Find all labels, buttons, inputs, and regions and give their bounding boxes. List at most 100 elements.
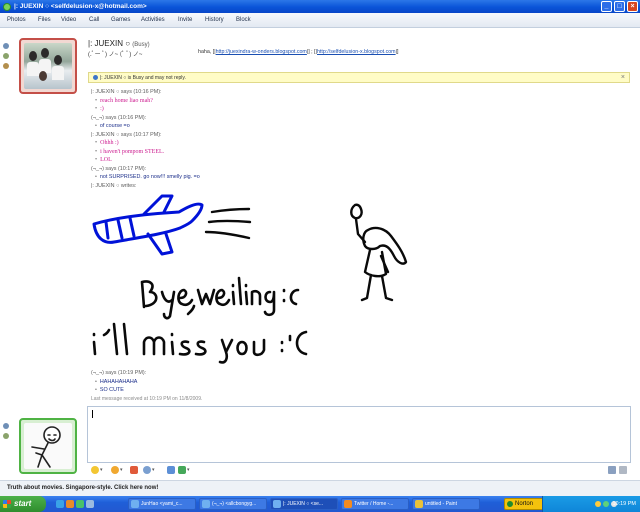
menu-call[interactable]: Call bbox=[89, 17, 99, 23]
handwriting-mode-icon[interactable] bbox=[608, 466, 616, 474]
message-header: (¬_¬) says (10:16 PM): bbox=[91, 114, 147, 121]
chat-message: HAHAHAHAHA bbox=[91, 379, 631, 388]
window-controls: _ □ × bbox=[601, 1, 638, 12]
message-header: (¬_¬) says (10:19 PM): bbox=[91, 370, 147, 376]
contact-avatar[interactable] bbox=[19, 38, 77, 94]
taskbar-button[interactable]: Twitter / Home -... bbox=[341, 498, 409, 510]
dropdown-arrow-icon[interactable]: ▾ bbox=[100, 467, 103, 473]
menu-photos[interactable]: Photos bbox=[7, 17, 26, 23]
message-input[interactable] bbox=[87, 406, 631, 463]
menu-games[interactable]: Games bbox=[111, 17, 130, 23]
start-label: start bbox=[14, 499, 32, 508]
conversation-history: |: JUEXIN ○ says (10:16 PM): reach home l… bbox=[91, 89, 631, 191]
airplane-drawing bbox=[92, 194, 204, 256]
windows-logo-icon bbox=[3, 500, 11, 508]
my-card-icon[interactable] bbox=[3, 433, 9, 439]
menu-video[interactable]: Video bbox=[61, 17, 76, 23]
waving-person-drawing bbox=[350, 203, 408, 302]
handwriting-ink-message bbox=[92, 194, 408, 364]
task-label: JunHao <yami_c... bbox=[141, 501, 183, 507]
dropdown-arrow-icon[interactable]: ▾ bbox=[152, 467, 155, 473]
menu-history[interactable]: History bbox=[205, 17, 224, 23]
nudge-icon[interactable] bbox=[130, 466, 138, 474]
speed-lines bbox=[204, 207, 252, 240]
tray-icon[interactable] bbox=[595, 501, 601, 507]
taskbar-button[interactable]: |: JUEXIN ○ <se... bbox=[270, 498, 338, 510]
wink-icon[interactable] bbox=[111, 466, 119, 474]
dropdown-arrow-icon[interactable]: ▾ bbox=[187, 467, 190, 473]
contact-status: (Busy) bbox=[132, 42, 150, 48]
dropdown-arrow-icon[interactable]: ▾ bbox=[120, 467, 123, 473]
task-app-icon bbox=[415, 500, 423, 508]
my-display-picture bbox=[24, 423, 72, 469]
voice-clip-icon[interactable] bbox=[143, 466, 151, 474]
collapse-icon[interactable] bbox=[3, 423, 9, 429]
task-app-icon bbox=[344, 500, 352, 508]
norton-check-icon bbox=[507, 501, 513, 507]
chat-message: i haven't pompom STEEL. bbox=[91, 149, 631, 158]
last-message-info: Last message received at 10:19 PM on 11/… bbox=[91, 395, 203, 402]
menu-files[interactable]: Files bbox=[38, 17, 51, 23]
background-icon[interactable] bbox=[178, 466, 186, 474]
task-label: |: JUEXIN ○ <se... bbox=[283, 501, 324, 507]
blog-link-2[interactable]: http://selfdelusion-x.blogspot.com bbox=[317, 49, 396, 55]
tray-messenger-icon[interactable] bbox=[603, 501, 609, 507]
handwriting-text bbox=[92, 276, 308, 364]
taskbar-button[interactable]: JunHao <yami_c... bbox=[128, 498, 196, 510]
task-label: (¬_¬) <allcbongyg... bbox=[212, 501, 257, 507]
messenger-status-icon bbox=[3, 2, 11, 11]
blog-link-1[interactable]: http://juexindra-w-onders.blogspot.com bbox=[216, 49, 307, 55]
message-header: |: JUEXIN ○ writes: bbox=[91, 182, 137, 189]
text-mode-icon[interactable] bbox=[619, 466, 627, 474]
taskbar-button[interactable]: (¬_¬) <allcbongyg... bbox=[199, 498, 267, 510]
contact-card-icon[interactable] bbox=[3, 53, 9, 59]
ad-text[interactable]: Truth about movies. Singapore-style. Cli… bbox=[7, 485, 158, 491]
message-header: (¬_¬) says (10:17 PM): bbox=[91, 165, 147, 172]
menu-block[interactable]: Block bbox=[236, 17, 251, 23]
taskbar-button[interactable]: untitled - Paint bbox=[412, 498, 480, 510]
input-toolbar: ▾ ▾ ▾ ▾ bbox=[87, 464, 631, 476]
busy-info-bar: |: JUEXIN ○ is Busy and may not reply. × bbox=[88, 72, 630, 83]
window-title: |: JUEXIN ○ <selfdelusion-x@hotmail.com> bbox=[14, 3, 147, 10]
font-icon[interactable] bbox=[167, 466, 175, 474]
title-bar: |: JUEXIN ○ <selfdelusion-x@hotmail.com>… bbox=[0, 0, 640, 13]
contact-links: haha, [|http://juexindra-w-onders.blogsp… bbox=[198, 49, 398, 55]
chat-message: SO CUTE bbox=[91, 387, 631, 396]
start-button[interactable]: start bbox=[0, 496, 46, 512]
menu-invite[interactable]: Invite bbox=[178, 17, 192, 23]
quicklaunch-desktop-icon[interactable] bbox=[86, 500, 94, 508]
windows-taskbar: start JunHao <yami_c... (¬_¬) <allcbongyg… bbox=[0, 496, 640, 512]
collapse-icon[interactable] bbox=[3, 43, 9, 49]
message-header: |: JUEXIN ○ says (10:17 PM): bbox=[91, 131, 162, 138]
quicklaunch-ie-icon[interactable] bbox=[56, 500, 64, 508]
contact-photo bbox=[24, 43, 72, 89]
emoticon-icon[interactable] bbox=[91, 466, 99, 474]
stick-figure-icon bbox=[31, 426, 61, 468]
busy-notice: |: JUEXIN ○ is Busy and may not reply. bbox=[100, 74, 186, 81]
chat-message: LOL bbox=[91, 157, 631, 166]
chat-message: not SURPRISED. go now!!! smelly pig. =o bbox=[91, 174, 631, 183]
task-label: untitled - Paint bbox=[425, 501, 457, 507]
toolbar: Photos Files Video Call Games Activities… bbox=[0, 13, 640, 28]
emoticon-panel-icon[interactable] bbox=[3, 63, 9, 69]
quicklaunch-firefox-icon[interactable] bbox=[66, 500, 74, 508]
my-avatar[interactable] bbox=[19, 418, 77, 474]
clock: 10:19 PM bbox=[612, 501, 636, 507]
norton-tray-button[interactable]: Norton bbox=[504, 498, 544, 510]
norton-label: Norton bbox=[515, 501, 534, 507]
contact-name: |: JUEXIN ○ bbox=[88, 39, 131, 48]
links-prefix: haha, [| bbox=[198, 49, 216, 55]
info-icon bbox=[93, 75, 98, 80]
maximize-button[interactable]: □ bbox=[614, 1, 625, 12]
chat-message: reach home liao mah? bbox=[91, 98, 631, 107]
menu-activities[interactable]: Activities bbox=[141, 17, 165, 23]
minimize-button[interactable]: _ bbox=[601, 1, 612, 12]
quicklaunch-messenger-icon[interactable] bbox=[76, 500, 84, 508]
message-header: |: JUEXIN ○ says (10:16 PM): bbox=[91, 89, 162, 95]
close-button[interactable]: × bbox=[627, 1, 638, 12]
close-infobar-button[interactable]: × bbox=[621, 74, 625, 81]
task-label: Twitter / Home -... bbox=[354, 501, 394, 507]
contact-personal-message: (.ﾟー ﾟ) ノ~ (ﾟ ﾟ) ノ~ bbox=[88, 52, 143, 58]
chat-message: Ohhh :) bbox=[91, 140, 631, 149]
ad-banner[interactable]: Truth about movies. Singapore-style. Cli… bbox=[0, 480, 640, 496]
